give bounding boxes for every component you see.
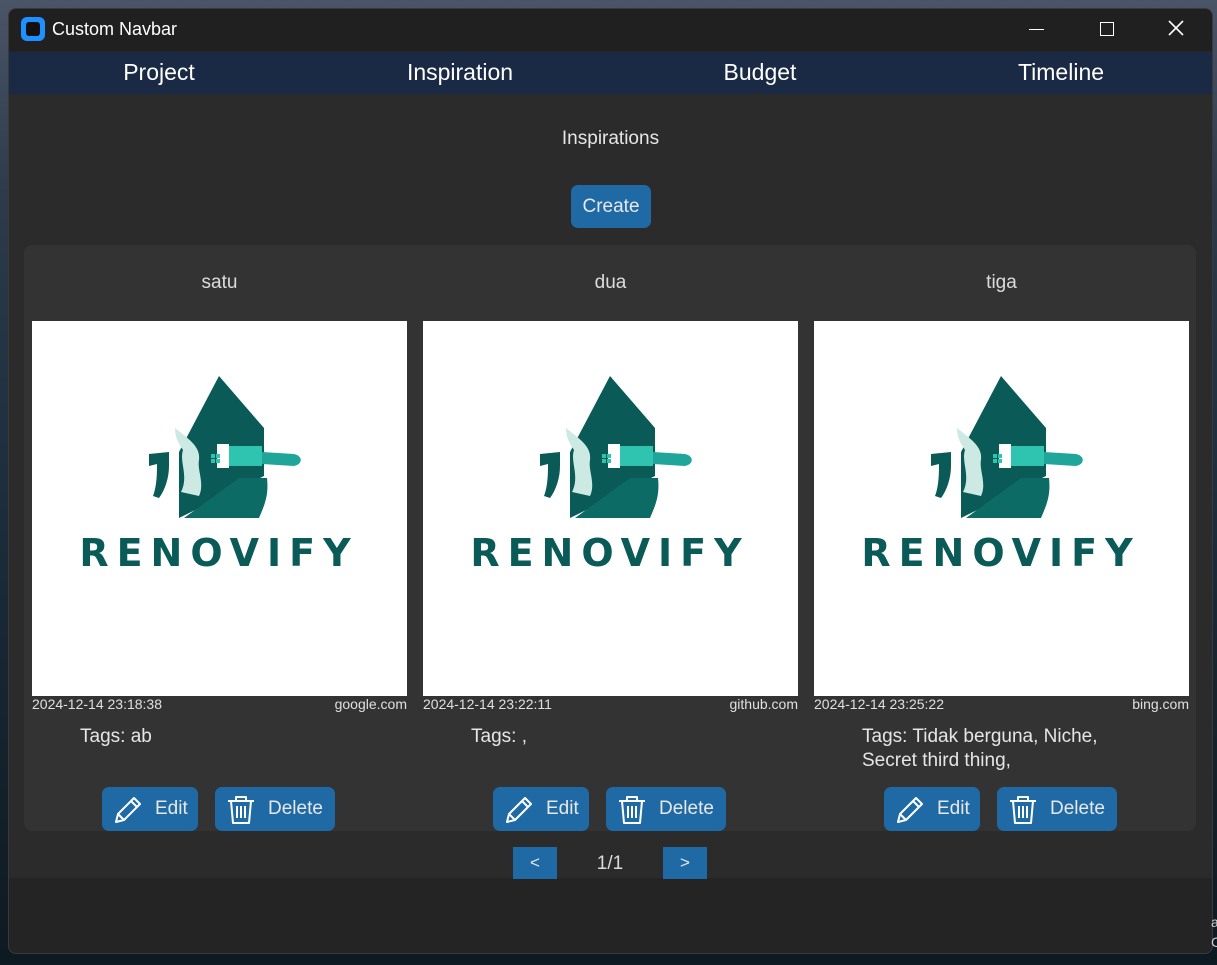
pencil-icon xyxy=(503,794,535,832)
card-link[interactable]: github.com xyxy=(730,696,798,712)
window-title: Custom Navbar xyxy=(52,19,178,39)
delete-button[interactable]: Delete xyxy=(215,787,335,831)
maximize-button[interactable] xyxy=(1071,9,1141,51)
title-bar[interactable]: Custom Navbar xyxy=(9,9,1212,51)
edit-button[interactable]: Edit xyxy=(493,787,589,831)
inspiration-grid: satu RENOVIFY 2024-12-14 23:18:38 google… xyxy=(24,245,1196,831)
desktop-text-line: a xyxy=(1211,914,1217,930)
app-window: Custom Navbar Project Inspiration Budget… xyxy=(8,8,1213,954)
delete-label: Delete xyxy=(268,798,323,819)
nav-item-inspiration[interactable]: Inspiration xyxy=(310,59,610,86)
app-icon xyxy=(21,17,45,41)
card-image: RENOVIFY xyxy=(423,321,798,696)
close-button[interactable] xyxy=(1141,9,1211,51)
card-date: 2024-12-14 23:18:38 xyxy=(32,696,162,712)
page-indicator: 1/1 xyxy=(596,853,624,874)
page-title: Inspirations xyxy=(561,128,660,149)
delete-button[interactable]: Delete xyxy=(606,787,726,831)
trash-icon xyxy=(1007,794,1039,832)
card-title: tiga xyxy=(986,272,1017,293)
card-title: dua xyxy=(594,272,627,293)
pencil-icon xyxy=(894,794,926,832)
navbar: Project Inspiration Budget Timeline xyxy=(9,52,1212,94)
card-tags: Tags: , xyxy=(471,726,527,747)
next-page-button[interactable]: > xyxy=(663,847,707,879)
create-button[interactable]: Create xyxy=(571,185,651,228)
edit-button[interactable]: Edit xyxy=(102,787,198,831)
minimize-icon xyxy=(1029,29,1044,30)
trash-icon xyxy=(225,794,257,832)
inspiration-card: dua RENOVIFY 2024-12-14 23:22:11 github.… xyxy=(423,245,798,831)
nav-item-project[interactable]: Project xyxy=(9,59,309,86)
nav-item-budget[interactable]: Budget xyxy=(610,59,910,86)
card-tags: Tags: ab xyxy=(80,726,152,747)
card-tags: Tags: Tidak berguna, Niche, Secret third… xyxy=(862,726,1098,771)
delete-label: Delete xyxy=(659,798,714,819)
card-title: satu xyxy=(201,272,238,293)
maximize-icon xyxy=(1100,22,1114,36)
edit-label: Edit xyxy=(937,798,970,819)
card-image: RENOVIFY xyxy=(814,321,1189,696)
card-link[interactable]: bing.com xyxy=(1132,696,1189,712)
logo-text: RENOVIFY xyxy=(470,531,749,575)
pencil-icon xyxy=(112,794,144,832)
renovify-logo: RENOVIFY xyxy=(79,376,358,575)
logo-text: RENOVIFY xyxy=(79,531,358,575)
nav-item-timeline[interactable]: Timeline xyxy=(911,59,1211,86)
inspiration-card: satu RENOVIFY 2024-12-14 23:18:38 google… xyxy=(32,245,407,831)
delete-button[interactable]: Delete xyxy=(997,787,1117,831)
card-image: RENOVIFY xyxy=(32,321,407,696)
desktop-text-line: C xyxy=(1211,934,1217,950)
desktop-text: a C xyxy=(1211,912,1217,952)
renovify-logo: RENOVIFY xyxy=(861,376,1140,575)
trash-icon xyxy=(616,794,648,832)
inspiration-card: tiga RENOVIFY 2024-12-14 23:25:22 bing.c… xyxy=(814,245,1189,831)
logo-text: RENOVIFY xyxy=(861,531,1140,575)
edit-label: Edit xyxy=(155,798,188,819)
edit-button[interactable]: Edit xyxy=(884,787,980,831)
card-date: 2024-12-14 23:25:22 xyxy=(814,696,944,712)
renovify-logo: RENOVIFY xyxy=(470,376,749,575)
delete-label: Delete xyxy=(1050,798,1105,819)
prev-page-button[interactable]: < xyxy=(513,847,557,879)
main-content: Inspirations Create satu RENOVIFY 2024-1… xyxy=(9,94,1212,879)
card-date: 2024-12-14 23:22:11 xyxy=(423,696,552,712)
minimize-button[interactable] xyxy=(1001,9,1071,51)
card-link[interactable]: google.com xyxy=(335,696,407,712)
close-icon xyxy=(1168,20,1184,36)
edit-label: Edit xyxy=(546,798,579,819)
